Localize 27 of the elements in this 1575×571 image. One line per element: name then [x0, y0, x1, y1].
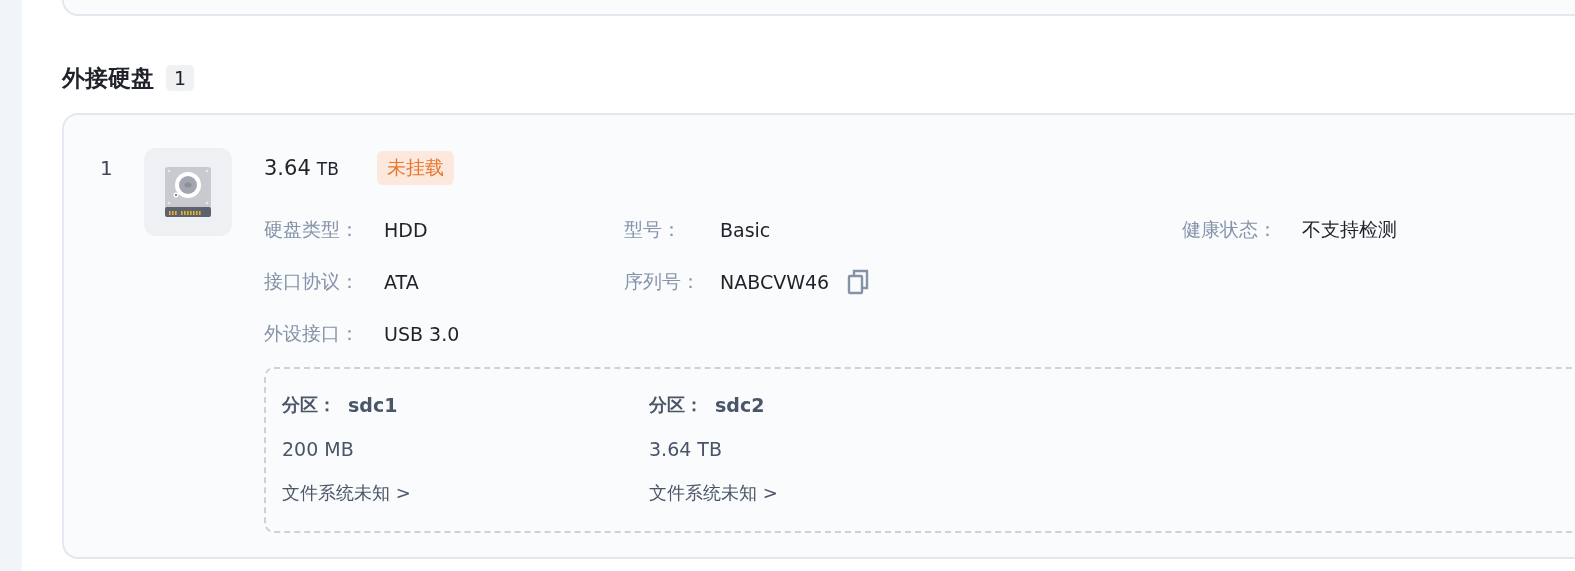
partition-size: 3.64 TB	[649, 438, 722, 460]
field-value: 不支持检测	[1302, 217, 1397, 242]
field-value: Basic	[720, 219, 771, 241]
partition-name: sdc1	[348, 394, 398, 416]
field-value: NABCVW46	[720, 271, 830, 293]
field-label: 外设接口：	[264, 321, 360, 346]
partition-name: sdc2	[715, 394, 765, 416]
disk-index: 1	[100, 155, 114, 182]
field-label: 型号：	[624, 217, 682, 242]
field-value: HDD	[384, 219, 428, 241]
partition-label: 分区：	[282, 393, 336, 417]
field-label: 接口协议：	[264, 269, 360, 294]
field-value: ATA	[384, 271, 419, 293]
field-value: USB 3.0	[384, 323, 460, 345]
mount-status-badge: 未挂载	[376, 151, 454, 185]
section-title: 外接硬盘	[62, 63, 154, 93]
copy-icon	[847, 269, 870, 295]
field-label: 健康状态：	[1182, 217, 1278, 242]
disk-capacity: 3.64 TB	[264, 156, 339, 180]
count-badge: 1	[166, 65, 195, 91]
partition-size: 200 MB	[282, 438, 354, 460]
filesystem-link[interactable]: 文件系统未知 >	[649, 481, 778, 505]
field-label: 序列号：	[624, 269, 701, 294]
filesystem-link[interactable]: 文件系统未知 >	[282, 481, 411, 505]
partition-label: 分区：	[649, 393, 703, 417]
copy-button[interactable]	[847, 269, 870, 295]
field-label: 硬盘类型：	[264, 217, 360, 242]
